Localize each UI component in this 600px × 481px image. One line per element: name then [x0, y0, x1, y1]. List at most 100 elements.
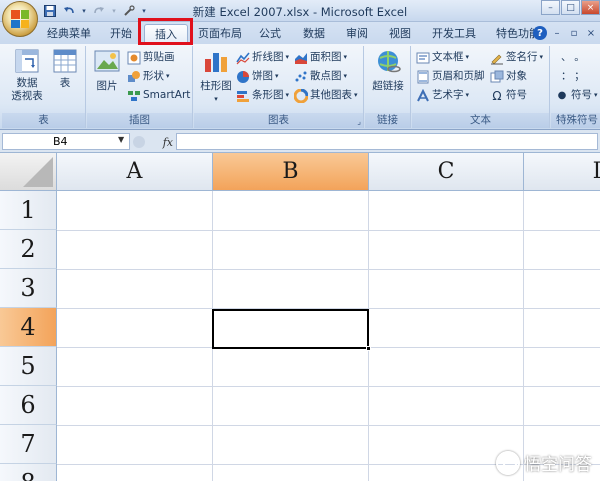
smartart-label: SmartArt — [143, 89, 191, 101]
row-header-3[interactable]: 3 — [0, 269, 57, 308]
symbol-dot-icon: ● — [557, 89, 567, 101]
tab-review[interactable]: 审阅 — [339, 24, 375, 44]
help-icon[interactable]: ? — [533, 26, 547, 40]
table-button[interactable]: 表 — [50, 48, 80, 90]
area-chart-icon — [295, 52, 307, 64]
formula-input[interactable] — [176, 133, 598, 150]
window-title: 新建 Excel 2007.xlsx - Microsoft Excel — [192, 5, 408, 19]
scatter-chart-button[interactable]: 散点图 ▾ — [294, 68, 347, 85]
maximize-button[interactable]: □ — [561, 0, 580, 15]
line-chart-button[interactable]: 折线图 ▾ — [236, 49, 289, 66]
row-header-6[interactable]: 6 — [0, 386, 57, 425]
insert-function-icon[interactable]: fx — [163, 136, 173, 149]
tab-home[interactable]: 开始 — [104, 24, 138, 44]
row-header-7[interactable]: 7 — [0, 425, 57, 464]
area-chart-button[interactable]: 面积图 ▾ — [294, 49, 347, 66]
tab-data[interactable]: 数据 — [296, 24, 332, 44]
shapes-label: 形状 — [143, 70, 164, 82]
pie-chart-button[interactable]: 饼图 ▾ — [236, 68, 279, 85]
column-header-d[interactable]: D — [524, 153, 600, 191]
ribbon-minimize-icon[interactable]: – — [550, 26, 564, 40]
wordart-dropdown-icon: ▾ — [465, 91, 470, 99]
text-group: 文本框 ▾ 页眉和页脚 艺术字 ▾ 签名行 ▾ 对象 Ω 符号 文本 — [412, 46, 550, 128]
picture-label: 图片 — [96, 80, 118, 92]
scatter-chart-label: 散点图 — [310, 70, 342, 82]
active-cell-b4[interactable] — [212, 309, 369, 349]
object-button[interactable]: 对象 — [490, 68, 527, 85]
title-bar: ▾ ▾ ▾ 新建 Excel 2007.xlsx - Microsoft Exc… — [0, 0, 600, 37]
pie-chart-label: 饼图 — [252, 70, 273, 82]
smartart-button[interactable]: SmartArt — [127, 87, 190, 104]
row-header-4[interactable]: 4 — [0, 308, 57, 347]
textbox-button[interactable]: 文本框 ▾ — [416, 49, 469, 66]
row-header-8[interactable]: 8 — [0, 464, 57, 481]
minimize-button[interactable]: – — [541, 0, 560, 15]
column-chart-button[interactable]: 柱形图 ▾ — [197, 48, 235, 106]
pivot-table-label-2: 透视表 — [11, 90, 43, 102]
wordart-button[interactable]: 艺术字 ▾ — [416, 87, 469, 104]
worksheet-grid[interactable]: A B C D 1 2 3 4 5 6 7 8 悟空问答 — [0, 153, 600, 481]
ribbon-close-icon[interactable]: × — [584, 26, 598, 40]
omega-icon: Ω — [492, 88, 502, 103]
tab-classic-menu[interactable]: 经典菜单 — [42, 24, 96, 44]
signature-line-dropdown-icon: ▾ — [539, 53, 544, 61]
fill-handle[interactable] — [366, 346, 371, 351]
pie-chart-icon — [237, 70, 249, 83]
special-symbol-label: 符号 — [571, 89, 592, 101]
table-icon — [51, 48, 79, 74]
row-header-2[interactable]: 2 — [0, 230, 57, 269]
name-box-dropdown-icon[interactable]: ▼ — [118, 135, 124, 144]
select-all-triangle-icon — [23, 157, 53, 187]
picture-button[interactable]: 图片 — [90, 48, 124, 93]
pivot-table-button[interactable]: 数据 透视表 — [6, 48, 48, 103]
ribbon-restore-icon[interactable]: ▫ — [567, 26, 581, 40]
column-header-a[interactable]: A — [57, 153, 213, 191]
special-symbols-group: 、。 ：； ● 符号 ▾ 特殊符号 — [551, 46, 600, 128]
tab-view[interactable]: 视图 — [382, 24, 418, 44]
ribbon-tabs: 经典菜单 开始 插入 页面布局 公式 数据 审阅 视图 开发工具 特色功能 ? … — [0, 22, 600, 44]
bar-chart-icon — [237, 90, 249, 102]
row-header-1[interactable]: 1 — [0, 191, 57, 230]
picture-icon — [93, 48, 121, 74]
header-footer-label: 页眉和页脚 — [432, 70, 485, 82]
other-charts-button[interactable]: 其他图表 ▾ — [294, 87, 358, 104]
charts-group: 柱形图 ▾ 折线图 ▾ 饼图 ▾ 条形图 ▾ 面积图 ▾ 散点图 ▾ 其他图表 … — [194, 46, 364, 128]
formula-buttons: fx — [133, 134, 173, 150]
insert-tab-highlight — [138, 18, 193, 45]
signature-line-button[interactable]: 签名行 ▾ — [490, 49, 543, 66]
signature-line-icon — [491, 54, 503, 64]
column-chart-icon — [202, 48, 230, 74]
hyperlink-button[interactable]: 超链接 — [368, 48, 408, 93]
close-button[interactable]: × — [581, 0, 600, 15]
help-area: ? – ▫ × — [533, 26, 598, 40]
column-header-b[interactable]: B — [213, 153, 369, 191]
area-chart-dropdown-icon: ▾ — [343, 53, 348, 61]
links-group-label: 链接 — [365, 113, 410, 128]
bar-chart-button[interactable]: 条形图 ▾ — [236, 87, 289, 104]
tab-page-layout[interactable]: 页面布局 — [194, 24, 246, 44]
table-group-label: 表 — [2, 113, 85, 128]
special-symbol-button[interactable]: ● 符号 ▾ — [555, 87, 598, 104]
name-box[interactable]: B4 — [2, 133, 130, 150]
special-symbols-group-label: 特殊符号 — [551, 113, 600, 128]
wordart-icon — [417, 88, 429, 101]
tab-developer[interactable]: 开发工具 — [426, 24, 482, 44]
watermark: 悟空问答 — [496, 450, 592, 475]
scatter-chart-dropdown-icon: ▾ — [343, 72, 348, 80]
bar-chart-dropdown-icon: ▾ — [285, 91, 290, 99]
office-button[interactable] — [2, 1, 38, 37]
row-header-5[interactable]: 5 — [0, 347, 57, 386]
column-header-c[interactable]: C — [369, 153, 524, 191]
select-all-button[interactable] — [0, 153, 57, 191]
header-footer-button[interactable]: 页眉和页脚 — [416, 68, 485, 85]
ribbon: 数据 透视表 表 表 图片 剪贴画 形状 ▾ SmartArt 插图 柱形图 ▾… — [0, 44, 600, 130]
other-charts-icon — [294, 88, 308, 103]
shapes-button[interactable]: 形状 ▾ — [127, 68, 170, 85]
clipart-button[interactable]: 剪贴画 — [127, 49, 175, 66]
tab-formulas[interactable]: 公式 — [252, 24, 288, 44]
special-symbol-row-1[interactable]: 、。 — [561, 49, 593, 66]
textbox-icon — [416, 52, 430, 63]
special-symbol-row-2[interactable]: ：； — [561, 68, 593, 85]
symbol-button[interactable]: Ω 符号 — [490, 87, 527, 104]
charts-dialog-launcher-icon[interactable]: ⌟ — [357, 117, 361, 126]
